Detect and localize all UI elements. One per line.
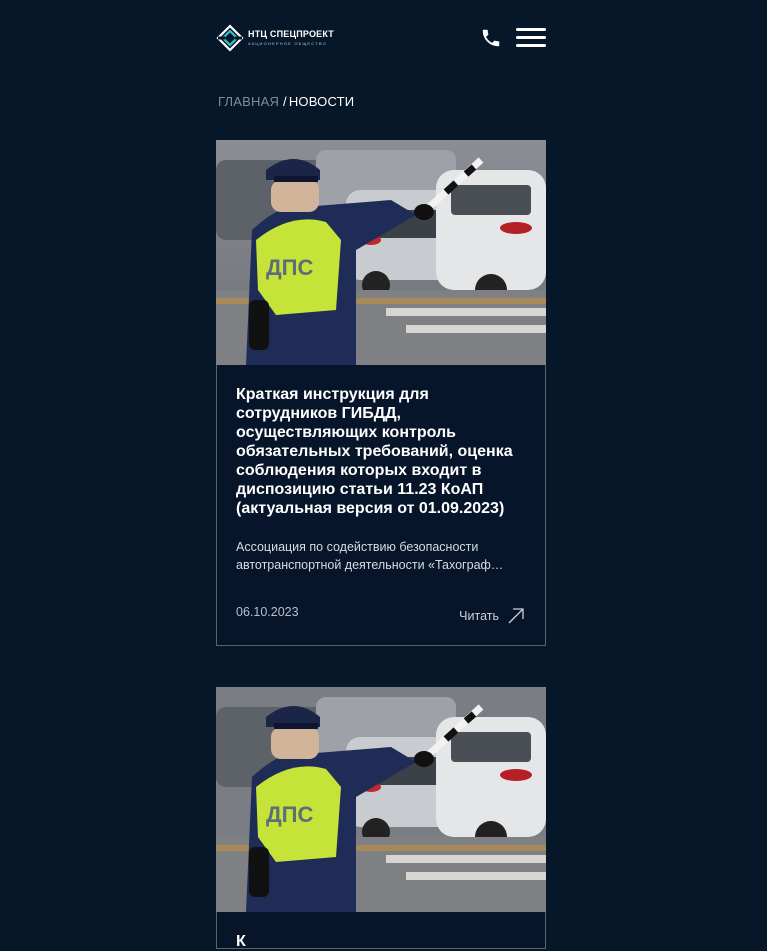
breadcrumb-current: НОВОСТИ [288, 94, 355, 109]
breadcrumb: ГЛАВНАЯ / НОВОСТИ [218, 94, 354, 109]
news-card[interactable]: ДПС Краткая инструкция для сотрудников Г… [216, 140, 546, 646]
news-card-title[interactable]: К [236, 932, 526, 951]
news-card[interactable]: ДПС К [216, 687, 546, 951]
news-card-title[interactable]: Краткая инструкция для сотрудников ГИБДД… [236, 385, 526, 518]
logo-title: НТЦ СПЕЦПРОЕКТ [248, 29, 334, 39]
news-card-excerpt-line: автотранспортной деятельности «Тахограф… [236, 558, 504, 572]
hamburger-menu-icon[interactable] [516, 28, 546, 48]
traffic-police-officer-photo: ДПС [216, 687, 546, 912]
news-card-date: 06.10.2023 [236, 605, 299, 619]
phone-icon[interactable] [480, 27, 502, 49]
news-card-excerpt: Ассоциация по содействию безопасности ав… [236, 538, 528, 574]
traffic-police-officer-photo: ДПС [216, 140, 546, 365]
site-header: НТЦ СПЕЦПРОЕКТ АКЦИОНЕРНОЕ ОБЩЕСТВО [216, 22, 546, 54]
arrow-up-right-icon [508, 608, 524, 624]
logo-mark-icon [216, 24, 244, 52]
news-card-footer: 06.10.2023 Читать [236, 605, 525, 627]
read-more-label: Читать [459, 609, 499, 623]
svg-text:ДПС: ДПС [266, 802, 313, 827]
company-logo[interactable]: НТЦ СПЕЦПРОЕКТ АКЦИОНЕРНОЕ ОБЩЕСТВО [216, 24, 334, 52]
breadcrumb-home-link[interactable]: ГЛАВНАЯ [218, 94, 279, 109]
news-card-excerpt-line: Ассоциация по содействию безопасности [236, 540, 479, 554]
logo-subtitle: АКЦИОНЕРНОЕ ОБЩЕСТВО [248, 41, 327, 46]
read-more-link[interactable]: Читать [459, 607, 525, 625]
breadcrumb-separator: / [283, 94, 287, 109]
svg-text:ДПС: ДПС [266, 255, 313, 280]
